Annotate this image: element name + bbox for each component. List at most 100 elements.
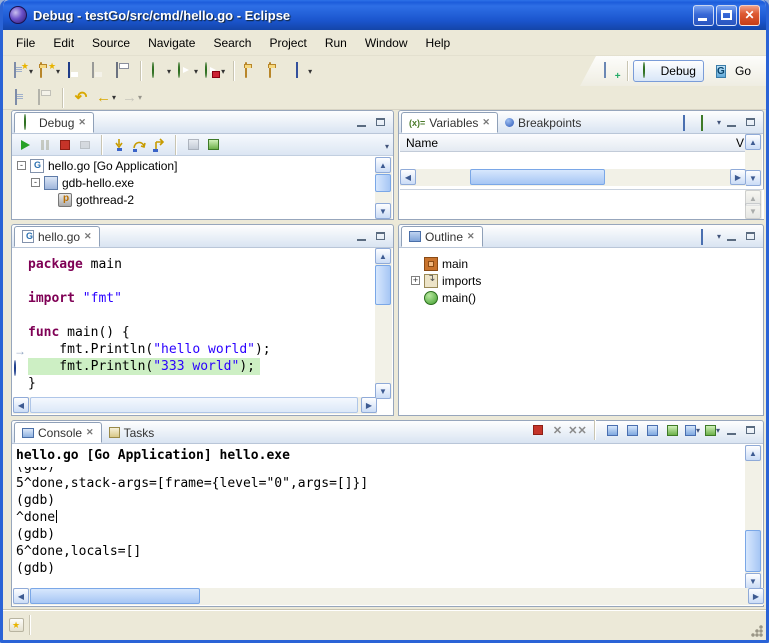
terminate-console-button[interactable]: [529, 422, 546, 438]
maximize-window-button[interactable]: [716, 5, 737, 26]
debug-launch-button[interactable]: ▾: [147, 59, 174, 83]
menu-run[interactable]: Run: [316, 33, 356, 53]
view-menu-icon[interactable]: ▾: [717, 118, 721, 127]
scroll-down-icon[interactable]: ▼: [375, 203, 391, 219]
new-project-button[interactable]: ★ ▾: [36, 59, 63, 83]
back-button[interactable]: ← ▾: [93, 88, 119, 108]
collapse-icon[interactable]: -: [31, 178, 40, 187]
minimize-view-button[interactable]: [724, 115, 740, 130]
scroll-lock-button[interactable]: [624, 422, 641, 438]
variables-vscroll[interactable]: ▲ ▼: [745, 134, 762, 186]
minimize-view-button[interactable]: [354, 229, 370, 244]
menu-help[interactable]: Help: [417, 33, 460, 53]
minimize-view-button[interactable]: [724, 423, 740, 438]
resume-button[interactable]: [16, 136, 34, 153]
save-button[interactable]: [63, 59, 87, 83]
titlebar[interactable]: Debug - testGo/src/cmd/hello.go - Eclips…: [3, 0, 766, 30]
tab-console[interactable]: Console ✕: [14, 422, 102, 443]
word-wrap-button[interactable]: [644, 422, 661, 438]
tab-variables[interactable]: (x)= Variables ✕: [401, 112, 498, 133]
menu-window[interactable]: Window: [356, 33, 417, 53]
use-step-filters-button[interactable]: [204, 136, 222, 153]
minimize-view-button[interactable]: [354, 115, 370, 130]
scroll-left-icon[interactable]: ◀: [400, 169, 416, 185]
close-window-button[interactable]: ✕: [739, 5, 760, 26]
close-tab-icon[interactable]: ✕: [78, 117, 86, 128]
variables-detail-pane[interactable]: [400, 189, 764, 219]
dropdown-icon[interactable]: ▾: [167, 67, 171, 76]
collapse-icon[interactable]: -: [17, 161, 26, 170]
scroll-right-icon[interactable]: ▶: [748, 588, 764, 604]
tab-outline[interactable]: Outline ✕: [401, 226, 483, 247]
scroll-up-icon[interactable]: ▲: [375, 248, 391, 264]
disconnect-button[interactable]: [76, 136, 94, 153]
new-wizard-button[interactable]: ★ ▾: [9, 59, 36, 83]
scroll-thumb[interactable]: [375, 174, 391, 192]
scroll-up-icon[interactable]: ▲: [745, 134, 761, 150]
sort-button[interactable]: [699, 230, 714, 244]
detail-vscroll[interactable]: ▲ ▼: [745, 190, 762, 219]
terminate-button[interactable]: [56, 136, 74, 153]
console-hscroll[interactable]: ◀ ▶: [13, 588, 764, 605]
external-tools-button[interactable]: ▾: [201, 59, 228, 83]
dropdown-icon[interactable]: ▾: [112, 93, 116, 102]
toggle-skip-breakpoints-button[interactable]: [9, 88, 33, 108]
dropdown-icon[interactable]: ▾: [138, 93, 142, 102]
tab-debug[interactable]: Debug ✕: [14, 112, 94, 133]
perspective-go-button[interactable]: G Go: [708, 61, 758, 81]
scroll-thumb[interactable]: [375, 265, 391, 305]
outline-item[interactable]: +imports: [407, 272, 757, 289]
open-console-button[interactable]: ▾: [704, 422, 721, 438]
close-tab-icon[interactable]: ✕: [86, 427, 94, 438]
scroll-down-icon[interactable]: ▼: [745, 203, 761, 219]
perspective-debug-button[interactable]: Debug: [633, 60, 704, 82]
clear-console-button[interactable]: [604, 422, 621, 438]
forward-button[interactable]: → ▾: [119, 88, 145, 108]
maximize-view-button[interactable]: [373, 229, 389, 244]
step-return-button[interactable]: [150, 136, 168, 153]
close-tab-icon[interactable]: ✕: [482, 117, 490, 128]
scroll-thumb[interactable]: [30, 588, 200, 604]
tab-hello-go[interactable]: hello.go ✕: [14, 226, 100, 247]
step-over-button[interactable]: [130, 136, 148, 153]
dropdown-icon[interactable]: ▾: [221, 67, 225, 76]
suspend-button[interactable]: [36, 136, 54, 153]
debug-tree-row[interactable]: -hello.go [Go Application]: [13, 157, 375, 174]
scroll-down-icon[interactable]: ▼: [745, 170, 761, 186]
save-all-button[interactable]: [87, 59, 111, 83]
dropdown-icon[interactable]: ▾: [194, 67, 198, 76]
menu-project[interactable]: Project: [260, 33, 315, 53]
outline-item[interactable]: -main(): [407, 289, 757, 306]
scroll-thumb[interactable]: [470, 169, 605, 185]
maximize-view-button[interactable]: [743, 115, 759, 130]
open-resource-button[interactable]: [240, 59, 264, 83]
editor-hscroll[interactable]: ◀ ▶: [13, 397, 377, 414]
dropdown-icon[interactable]: ▾: [56, 67, 60, 76]
open-perspective-button[interactable]: [599, 59, 623, 83]
tab-tasks[interactable]: Tasks: [102, 422, 162, 443]
breakpoint-marker-icon[interactable]: →: [14, 344, 26, 358]
view-menu-icon[interactable]: ▾: [717, 232, 721, 241]
close-tab-icon[interactable]: ✕: [84, 231, 92, 242]
instruction-pointer-icon[interactable]: [14, 361, 16, 375]
scroll-thumb[interactable]: [30, 397, 358, 413]
maximize-view-button[interactable]: [743, 229, 759, 244]
scroll-right-icon[interactable]: ▶: [730, 169, 746, 185]
expand-icon[interactable]: +: [411, 276, 420, 285]
drop-to-frame-button[interactable]: [184, 136, 202, 153]
menu-edit[interactable]: Edit: [44, 33, 83, 53]
menu-file[interactable]: File: [7, 33, 44, 53]
maximize-view-button[interactable]: [743, 423, 759, 438]
dropdown-icon[interactable]: ▾: [308, 67, 312, 76]
last-edit-location-button[interactable]: ↶: [69, 88, 93, 108]
close-tab-icon[interactable]: ✕: [467, 231, 475, 242]
menu-search[interactable]: Search: [204, 33, 260, 53]
minimize-view-button[interactable]: [724, 229, 740, 244]
run-launch-button[interactable]: ▾: [174, 59, 201, 83]
menu-source[interactable]: Source: [83, 33, 139, 53]
maximize-view-button[interactable]: [373, 115, 389, 130]
minimize-window-button[interactable]: [693, 5, 714, 26]
scroll-up-icon[interactable]: ▲: [375, 157, 391, 173]
scroll-left-icon[interactable]: ◀: [13, 397, 29, 413]
scroll-down-icon[interactable]: ▼: [745, 573, 761, 589]
